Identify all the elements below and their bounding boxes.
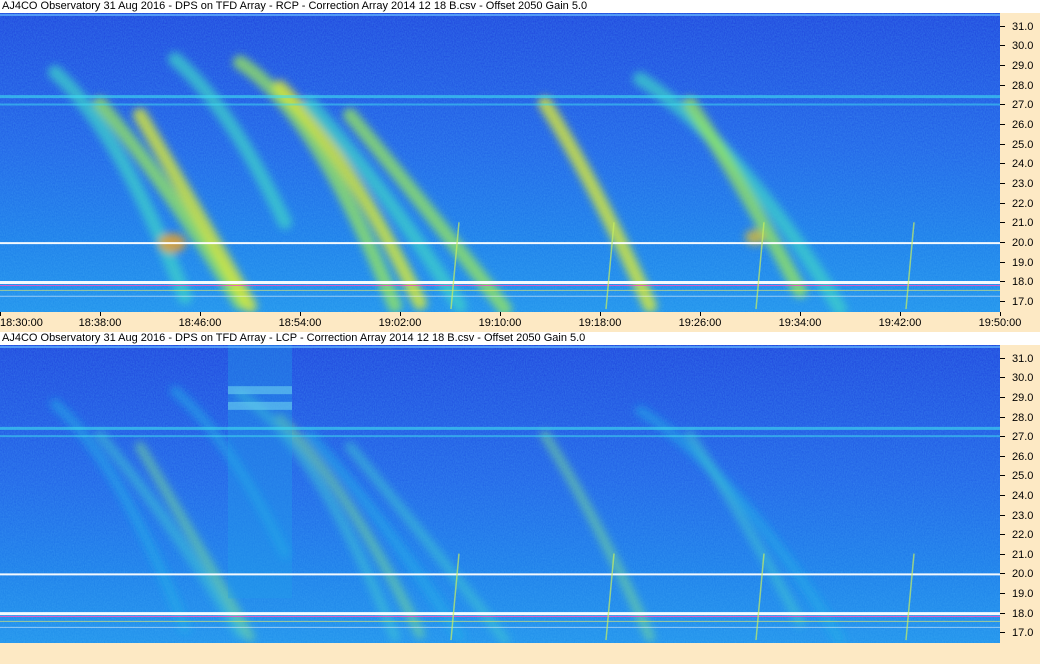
rcp-y-axis: 31.0 30.0 29.0 28.0 27.0 26.0 25.0 24.0 23.0 22.0… [1000, 13, 1040, 312]
y-tick-label: 17.0 [1012, 627, 1034, 640]
y-tick-label: 21.0 [1012, 548, 1034, 561]
y-tick-mark [1000, 377, 1005, 379]
y-tick-label: 19.0 [1012, 256, 1034, 269]
y-tick-label: 24.0 [1012, 489, 1034, 502]
interference-band [228, 386, 292, 395]
x-tick-mark [300, 312, 301, 316]
y-tick-mark [1000, 104, 1005, 106]
lcp-y-axis: 31.0 30.0 29.0 28.0 27.0 26.0 25.0 24.0 23.0 22.0… [1000, 345, 1040, 643]
y-tick-mark [1000, 45, 1005, 47]
y-tick-label: 31.0 [1012, 352, 1034, 365]
rcp-title: AJ4CO Observatory 31 Aug 2016 - DPS on T… [0, 0, 1040, 13]
y-tick-label: 24.0 [1012, 158, 1034, 171]
y-tick-mark [1000, 553, 1005, 555]
y-tick-label: 27.0 [1012, 431, 1034, 444]
x-tick-mark [800, 312, 801, 316]
x-tick-label: 18:54:00 [278, 317, 322, 329]
x-axis: 18:30:00 18:38:00 18:46:00 18:54:00 19:02:00… [0, 312, 1040, 332]
y-tick-mark [1000, 612, 1005, 614]
x-tick-label: 19:02:00 [378, 317, 422, 329]
x-tick-label: 19:42:00 [878, 317, 922, 329]
y-tick-mark [1000, 163, 1005, 165]
lcp-title: AJ4CO Observatory 31 Aug 2016 - DPS on T… [0, 332, 1040, 345]
x-tick-label: 19:10:00 [478, 317, 522, 329]
y-tick-label: 25.0 [1012, 138, 1034, 151]
y-tick-label: 29.0 [1012, 391, 1034, 404]
y-tick-mark [1000, 281, 1005, 283]
y-tick-mark [1000, 25, 1005, 27]
y-tick-mark [1000, 592, 1005, 594]
y-tick-label: 25.0 [1012, 470, 1034, 483]
y-tick-label: 23.0 [1012, 178, 1034, 191]
y-tick-mark [1000, 261, 1005, 263]
interference-band [228, 401, 292, 410]
y-tick-label: 26.0 [1012, 119, 1034, 132]
y-tick-label: 22.0 [1012, 529, 1034, 542]
x-tick-mark [100, 312, 101, 316]
x-tick-mark [1000, 312, 1001, 316]
y-tick-mark [1000, 242, 1005, 244]
y-tick-label: 18.0 [1012, 607, 1034, 620]
x-tick-label: 18:30:00 [0, 317, 43, 329]
y-tick-label: 27.0 [1012, 99, 1034, 112]
y-tick-label: 20.0 [1012, 237, 1034, 250]
x-tick-mark [600, 312, 601, 316]
y-tick-label: 26.0 [1012, 450, 1034, 463]
y-tick-mark [1000, 301, 1005, 303]
x-tick-label: 18:46:00 [178, 317, 222, 329]
y-tick-mark [1000, 357, 1005, 359]
y-tick-mark [1000, 494, 1005, 496]
y-tick-label: 31.0 [1012, 20, 1034, 33]
x-tick-mark [0, 312, 1, 316]
interference-block [228, 345, 292, 599]
x-tick-label: 19:18:00 [578, 317, 622, 329]
x-tick-label: 19:50:00 [978, 317, 1022, 329]
y-tick-mark [1000, 84, 1005, 86]
y-tick-label: 28.0 [1012, 411, 1034, 424]
x-tick-mark [200, 312, 201, 316]
y-tick-label: 19.0 [1012, 587, 1034, 600]
x-tick-mark [900, 312, 901, 316]
y-tick-mark [1000, 183, 1005, 185]
y-tick-mark [1000, 632, 1005, 634]
y-tick-label: 29.0 [1012, 60, 1034, 73]
x-tick-mark [700, 312, 701, 316]
y-tick-mark [1000, 436, 1005, 438]
y-tick-label: 18.0 [1012, 276, 1034, 289]
y-tick-label: 21.0 [1012, 217, 1034, 230]
y-tick-label: 30.0 [1012, 372, 1034, 385]
y-tick-label: 20.0 [1012, 568, 1034, 581]
x-tick-label: 19:34:00 [778, 317, 822, 329]
spectrogram-canvas [0, 345, 1000, 643]
y-tick-mark [1000, 514, 1005, 516]
x-tick-label: 18:38:00 [78, 317, 122, 329]
y-tick-mark [1000, 416, 1005, 418]
x-tick-mark [500, 312, 501, 316]
lcp-spectrogram [0, 345, 1000, 643]
y-tick-label: 17.0 [1012, 296, 1034, 309]
y-tick-label: 23.0 [1012, 509, 1034, 522]
y-tick-mark [1000, 475, 1005, 477]
y-tick-label: 28.0 [1012, 79, 1034, 92]
y-tick-mark [1000, 124, 1005, 126]
y-tick-mark [1000, 65, 1005, 67]
y-tick-mark [1000, 534, 1005, 536]
y-tick-label: 22.0 [1012, 197, 1034, 210]
y-tick-mark [1000, 202, 1005, 204]
y-tick-mark [1000, 573, 1005, 575]
rcp-spectrogram [0, 13, 1000, 312]
spectrogram-canvas [0, 13, 1000, 312]
y-tick-mark [1000, 455, 1005, 457]
y-tick-mark [1000, 396, 1005, 398]
y-tick-mark [1000, 222, 1005, 224]
y-tick-mark [1000, 143, 1005, 145]
x-tick-mark [400, 312, 401, 316]
y-tick-label: 30.0 [1012, 40, 1034, 53]
x-tick-label: 19:26:00 [678, 317, 722, 329]
